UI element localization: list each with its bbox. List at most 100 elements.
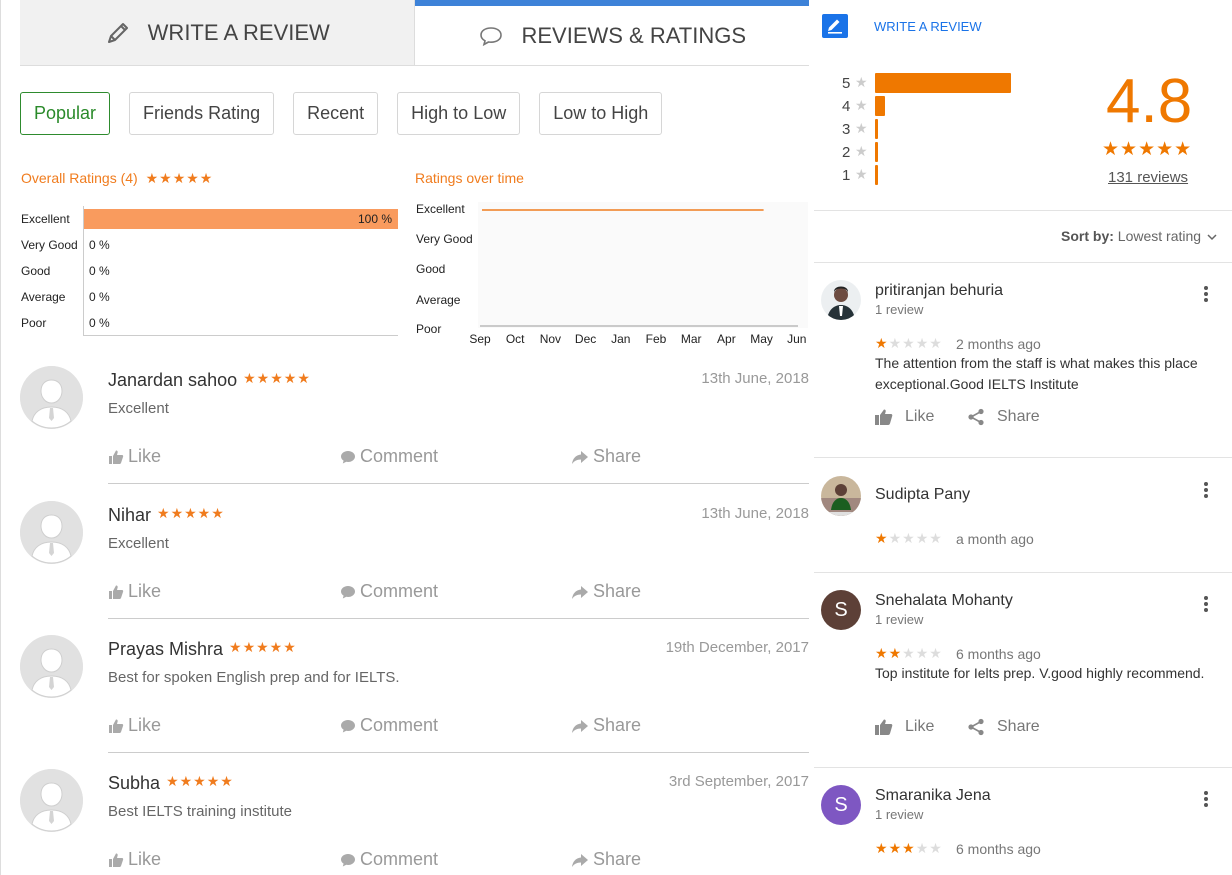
avatar[interactable] [821,280,861,320]
tab-reviews-ratings[interactable]: REVIEWS & RATINGS [414,0,809,65]
filter-high-to-low[interactable]: High to Low [397,92,521,135]
more-vert-icon[interactable] [1196,789,1216,809]
chart-x-axis [84,335,398,336]
like-button[interactable]: Like [108,715,161,736]
review-text: Best for spoken English prep and for IEL… [108,669,400,686]
distribution-star-number: 2 [842,144,851,161]
like-label: Like [128,849,162,869]
like-button[interactable]: Like [875,408,934,426]
filter-low-to-high[interactable]: Low to High [539,92,663,135]
like-label: Like [128,715,162,735]
thumbs-up-icon [875,719,893,735]
rating-bar-label: Very Good [21,238,78,252]
y-tick-label: Average [416,293,461,307]
x-tick-label: Feb [645,332,667,346]
reviewer-name[interactable]: Sudipta Pany [875,486,970,504]
overall-ratings-label: Overall Ratings (4) [21,170,138,186]
review-item: Janardan sahoo ★★★★★ 13th June, 2018 Excell… [20,366,809,484]
more-vert-icon[interactable] [1196,284,1216,304]
review-item: Subha ★★★★★ 3rd September, 2017 Best IELTS … [20,769,809,875]
distribution-star-number: 5 [842,75,851,92]
reviewer-review-count: 1 review [875,612,924,627]
sort-value: Lowest rating [1117,228,1202,244]
review-stars: ★★★★★ [243,370,311,386]
reviewer-name[interactable]: Prayas Mishra [108,639,223,659]
comment-button[interactable]: Comment [340,446,438,467]
filter-popular[interactable]: Popular [20,92,111,135]
reviewer-name[interactable]: Janardan sahoo [108,370,237,390]
review-item: Nihar ★★★★★ 13th June, 2018 Excellent Like Co… [20,501,809,619]
reviewer-name[interactable]: Subha [108,773,160,793]
thumbs-up-icon [109,450,124,464]
share-label: Share [593,581,642,601]
sort-dropdown[interactable]: Sort by: Lowest rating [1061,228,1217,244]
x-tick-label: Jun [787,332,807,346]
thumbs-up-icon [109,853,124,867]
star-icon: ★ [855,97,868,113]
google-write-review-link[interactable]: WRITE A REVIEW [822,14,982,38]
share-button[interactable]: Share [967,408,1040,426]
comment-label: Comment [360,715,439,735]
speech-bubble-icon [480,26,503,46]
x-tick-label: Oct [505,332,525,346]
review-stars: ★★★★★ [875,530,943,546]
review-divider [814,572,1232,573]
reviewer-name-line: Subha ★★★★★ [108,773,234,794]
review-actions: Like Share [875,408,1175,430]
share-button[interactable]: Share [571,849,641,870]
avatar[interactable]: S [821,785,861,825]
share-button[interactable]: Share [967,718,1040,736]
reviewer-name-line: Prayas Mishra ★★★★★ [108,639,297,660]
like-button[interactable]: Like [875,718,934,736]
share-icon [572,853,588,867]
reviewer-name[interactable]: Smaranika Jena [875,787,991,805]
reviewer-name[interactable]: Snehalata Mohanty [875,592,1013,610]
avatar [20,501,83,564]
reviewer-name-line: Janardan sahoo ★★★★★ [108,370,311,391]
filter-recent[interactable]: Recent [293,92,379,135]
total-reviews-link[interactable]: 131 reviews [1108,169,1188,186]
like-button[interactable]: Like [108,446,161,467]
review-text: The attention from the staff is what mak… [875,355,1198,392]
comment-button[interactable]: Comment [340,581,438,602]
comment-button[interactable]: Comment [340,715,438,736]
distribution-star-number: 4 [842,98,851,115]
comment-icon [341,450,355,463]
filter-friends-rating[interactable]: Friends Rating [129,92,275,135]
avatar[interactable] [821,476,861,516]
share-button[interactable]: Share [571,581,641,602]
pencil-icon [107,22,128,43]
like-label: Like [905,718,935,735]
like-label: Like [128,446,162,466]
comment-icon [341,853,355,866]
y-tick-label: Very Good [416,232,473,246]
rating-bar-row: Very Good 0 % [20,235,398,255]
like-button[interactable]: Like [108,849,161,870]
rating-bar-value: 0 % [89,238,110,252]
share-button[interactable]: Share [571,446,641,467]
distribution-bar [875,73,1011,93]
review-date: 13th June, 2018 [701,505,809,522]
comment-label: Comment [360,849,439,869]
share-button[interactable]: Share [571,715,641,736]
reviewer-name[interactable]: Nihar [108,505,151,525]
more-vert-icon[interactable] [1196,480,1216,500]
review-text: Best IELTS training institute [108,803,292,820]
rating-bar-row: Average 0 % [20,287,398,307]
like-button[interactable]: Like [108,581,161,602]
more-vert-icon[interactable] [1196,594,1216,614]
reviewer-name[interactable]: pritiranjan behuria [875,282,1003,300]
tab-write-review[interactable]: WRITE A REVIEW [20,0,415,65]
like-label: Like [905,408,935,425]
comment-button[interactable]: Comment [340,849,438,870]
distribution-bar [875,119,878,139]
ratings-over-time-svg [480,209,798,327]
tab-reviews-ratings-label: REVIEWS & RATINGS [521,22,746,48]
star-icon: ★ [855,166,868,182]
thumbs-up-icon [109,585,124,599]
reviews-panel: WRITE A REVIEW REVIEWS & RATINGS Popular… [0,0,812,875]
avatar-initial: S [834,793,848,816]
avatar[interactable]: S [821,590,861,630]
review-text: Excellent [108,535,169,552]
review-stars: ★★★★★ [166,773,234,789]
